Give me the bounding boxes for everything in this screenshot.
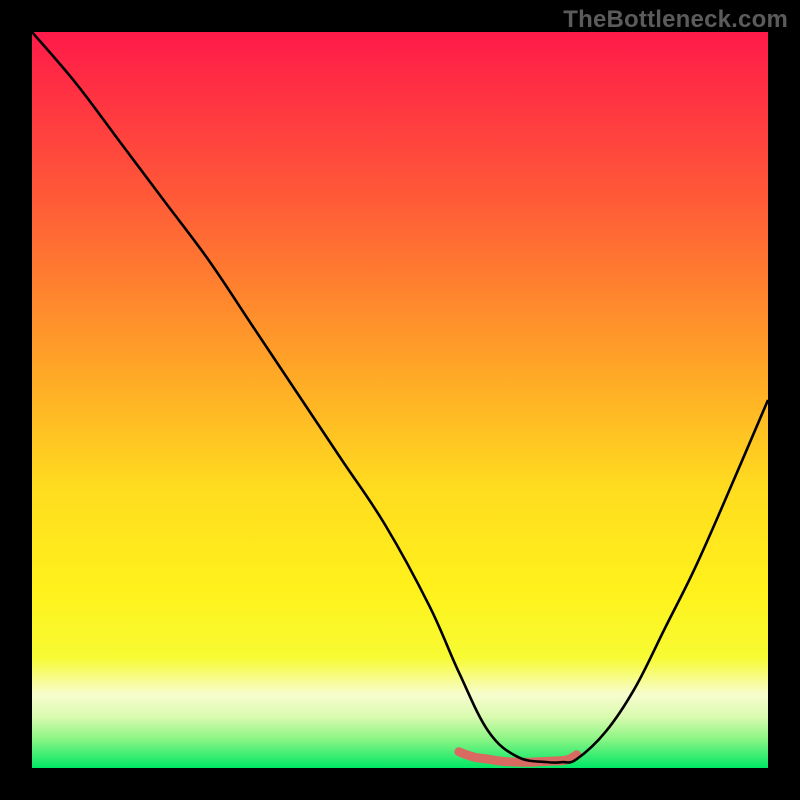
gradient-background <box>32 32 768 768</box>
plot-area <box>32 32 768 768</box>
watermark-text: TheBottleneck.com <box>563 6 788 34</box>
chart-frame: TheBottleneck.com <box>0 0 800 800</box>
chart-svg <box>32 32 768 768</box>
